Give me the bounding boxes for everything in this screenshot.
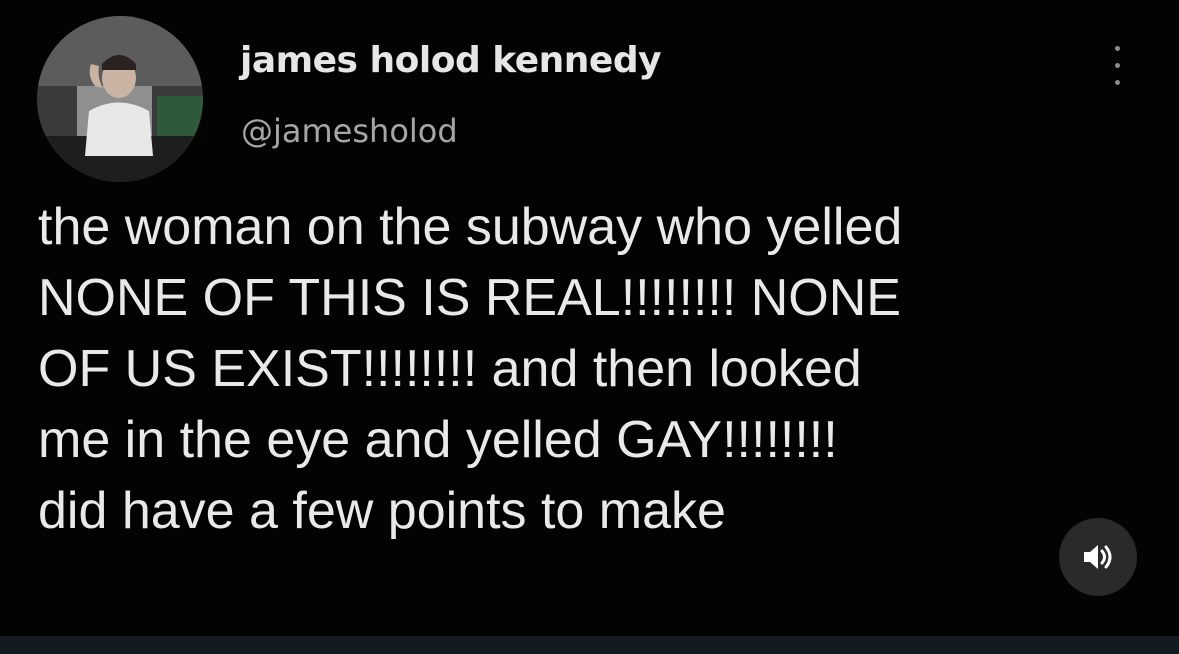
tweet-screenshot: james holod kennedy @jamesholod the woma…	[0, 0, 1179, 654]
tweet-text-line: the woman on the subway who yelled	[38, 198, 903, 256]
tweet-text-line: did have a few points to make	[38, 482, 726, 540]
more-options-button[interactable]	[1102, 40, 1132, 92]
author-display-name[interactable]: james holod kennedy	[240, 40, 662, 81]
speaker-volume-icon	[1084, 545, 1112, 569]
tweet-text: the woman on the subway who yelled NONE …	[38, 192, 1148, 547]
tweet-text-line: OF US EXIST!!!!!!!! and then looked	[38, 340, 862, 398]
avatar[interactable]	[37, 16, 203, 182]
more-vertical-icon	[1115, 46, 1120, 51]
tweet-text-line: me in the eye and yelled GAY!!!!!!!!	[38, 411, 838, 469]
profile-photo-icon	[37, 16, 203, 182]
tweet-text-line: NONE OF THIS IS REAL!!!!!!!! NONE	[38, 269, 901, 327]
volume-button[interactable]	[1059, 518, 1137, 596]
bottom-bar	[0, 636, 1179, 654]
author-handle[interactable]: @jamesholod	[241, 112, 458, 150]
